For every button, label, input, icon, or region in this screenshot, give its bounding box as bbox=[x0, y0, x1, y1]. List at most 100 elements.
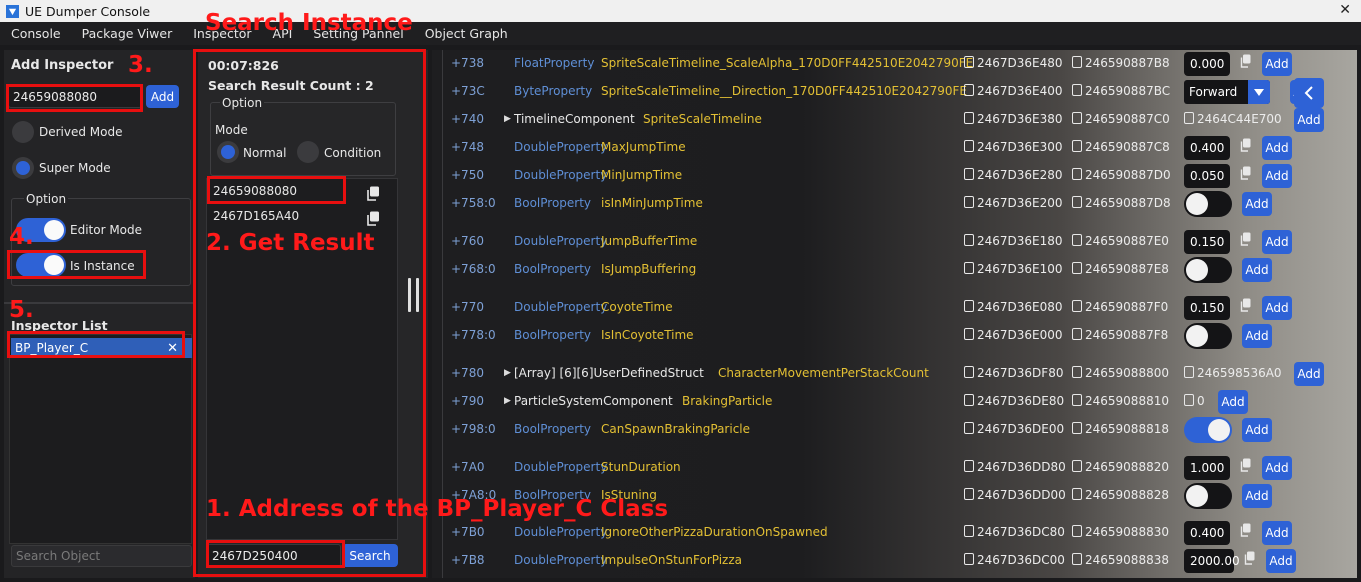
add-button[interactable]: Add bbox=[1266, 549, 1296, 573]
copy-icon[interactable] bbox=[1240, 54, 1251, 68]
expand-arrow-icon[interactable]: ▶ bbox=[504, 368, 511, 378]
copy-icon[interactable] bbox=[964, 394, 974, 406]
value-input[interactable]: 1.000 bbox=[1184, 456, 1230, 480]
copy-icon[interactable] bbox=[1072, 112, 1082, 124]
property-value-address[interactable]: 24659088800 bbox=[1072, 366, 1169, 380]
add-button[interactable]: Add bbox=[1294, 362, 1324, 386]
property-address[interactable]: 2467D36DE80 bbox=[964, 394, 1064, 408]
property-value-address[interactable]: 24659088818 bbox=[1072, 422, 1169, 436]
value-input[interactable]: 0.400 bbox=[1184, 521, 1230, 545]
search-object-input[interactable]: Search Object bbox=[11, 545, 192, 567]
copy-icon[interactable] bbox=[1244, 551, 1255, 565]
copy-icon[interactable] bbox=[964, 262, 974, 274]
property-address[interactable]: 2467D36DC80 bbox=[964, 525, 1065, 539]
copy-icon[interactable] bbox=[964, 422, 974, 434]
property-value-address[interactable]: 246590887D8 bbox=[1072, 196, 1171, 210]
copy-icon[interactable] bbox=[1072, 56, 1082, 68]
property-address[interactable]: 2467D36E100 bbox=[964, 262, 1063, 276]
value-input[interactable]: 0.050 bbox=[1184, 164, 1230, 188]
value-input[interactable]: 2000.00 bbox=[1184, 549, 1240, 573]
copy-icon[interactable] bbox=[1072, 300, 1082, 312]
menu-console[interactable]: Console bbox=[0, 26, 71, 41]
property-value-address[interactable]: 246590887C0 bbox=[1072, 112, 1170, 126]
copy-icon[interactable] bbox=[1072, 262, 1082, 274]
bool-toggle[interactable] bbox=[1184, 417, 1232, 443]
object-pointer[interactable]: 2464C44E700 bbox=[1184, 112, 1282, 126]
value-input[interactable]: 0.150 bbox=[1184, 296, 1230, 320]
property-address[interactable]: 2467D36DF80 bbox=[964, 366, 1063, 380]
copy-icon[interactable] bbox=[1072, 84, 1082, 96]
property-value-address[interactable]: 246590887E0 bbox=[1072, 234, 1169, 248]
copy-icon[interactable] bbox=[964, 366, 974, 378]
copy-icon[interactable] bbox=[964, 460, 974, 472]
property-value-address[interactable]: 246590887D0 bbox=[1072, 168, 1171, 182]
property-address[interactable]: 2467D36E400 bbox=[964, 84, 1063, 98]
copy-icon[interactable] bbox=[1240, 298, 1251, 312]
property-value-address[interactable]: 246590887B8 bbox=[1072, 56, 1170, 70]
copy-icon[interactable] bbox=[1240, 138, 1251, 152]
copy-icon[interactable] bbox=[964, 196, 974, 208]
close-icon[interactable]: ✕ bbox=[1339, 2, 1351, 18]
add-button[interactable]: Add bbox=[1262, 164, 1292, 188]
copy-icon[interactable] bbox=[1072, 366, 1082, 378]
copy-icon[interactable] bbox=[1072, 488, 1082, 500]
super-mode-radio[interactable] bbox=[12, 157, 34, 179]
value-input[interactable]: 0.150 bbox=[1184, 230, 1230, 254]
property-address[interactable]: 2467D36E300 bbox=[964, 140, 1063, 154]
value-input[interactable]: 0.400 bbox=[1184, 136, 1230, 160]
property-value-address[interactable]: 24659088830 bbox=[1072, 525, 1169, 539]
property-value-address[interactable]: 246590887F8 bbox=[1072, 328, 1168, 342]
bool-toggle[interactable] bbox=[1184, 483, 1232, 509]
property-value-address[interactable]: 246590887C8 bbox=[1072, 140, 1170, 154]
copy-icon[interactable] bbox=[1184, 112, 1194, 124]
copy-icon[interactable] bbox=[1072, 140, 1082, 152]
property-value-address[interactable]: 24659088810 bbox=[1072, 394, 1169, 408]
copy-icon[interactable] bbox=[964, 84, 974, 96]
copy-icon[interactable] bbox=[964, 112, 974, 124]
property-value-address[interactable]: 246590887BC bbox=[1072, 84, 1170, 98]
copy-icon[interactable] bbox=[1072, 234, 1082, 246]
copy-icon[interactable] bbox=[964, 488, 974, 500]
copy-icon[interactable] bbox=[1072, 553, 1082, 565]
copy-icon[interactable] bbox=[964, 140, 974, 152]
menu-object-graph[interactable]: Object Graph bbox=[414, 26, 518, 41]
copy-icon[interactable] bbox=[964, 168, 974, 180]
add-button[interactable]: Add bbox=[1242, 192, 1272, 216]
add-button[interactable]: Add bbox=[1242, 324, 1272, 348]
copy-icon[interactable] bbox=[1240, 458, 1251, 472]
copy-icon[interactable] bbox=[1072, 168, 1082, 180]
property-value-address[interactable]: 246590887F0 bbox=[1072, 300, 1168, 314]
copy-icon[interactable] bbox=[1072, 422, 1082, 434]
bool-toggle[interactable] bbox=[1184, 191, 1232, 217]
add-button[interactable]: Add bbox=[1262, 296, 1292, 320]
copy-icon[interactable] bbox=[964, 234, 974, 246]
copy-icon[interactable] bbox=[1072, 525, 1082, 537]
object-pointer[interactable]: 246598536A0 bbox=[1184, 366, 1282, 380]
copy-icon[interactable] bbox=[964, 553, 974, 565]
copy-icon[interactable] bbox=[964, 328, 974, 340]
property-address[interactable]: 2467D36DD00 bbox=[964, 488, 1066, 502]
derived-mode-radio[interactable] bbox=[12, 121, 34, 143]
property-address[interactable]: 2467D36E280 bbox=[964, 168, 1063, 182]
copy-icon[interactable] bbox=[1184, 394, 1194, 406]
property-address[interactable]: 2467D36E480 bbox=[964, 56, 1063, 70]
add-button[interactable]: Add bbox=[1262, 456, 1292, 480]
add-button[interactable]: Add bbox=[1262, 136, 1292, 160]
property-value-address[interactable]: 24659088820 bbox=[1072, 460, 1169, 474]
copy-icon[interactable] bbox=[964, 525, 974, 537]
property-address[interactable]: 2467D36E080 bbox=[964, 300, 1063, 314]
bool-toggle[interactable] bbox=[1184, 323, 1232, 349]
add-button[interactable]: Add bbox=[1242, 258, 1272, 282]
add-button[interactable]: Add bbox=[1262, 52, 1292, 76]
copy-icon[interactable] bbox=[1072, 196, 1082, 208]
expand-arrow-icon[interactable]: ▶ bbox=[504, 396, 511, 406]
copy-icon[interactable] bbox=[964, 300, 974, 312]
object-pointer[interactable]: 0 bbox=[1184, 394, 1205, 408]
copy-icon[interactable] bbox=[1072, 460, 1082, 472]
collapse-button[interactable] bbox=[1294, 78, 1324, 108]
direction-dropdown[interactable]: Forward bbox=[1184, 80, 1270, 104]
property-address[interactable]: 2467D36DC00 bbox=[964, 553, 1065, 567]
copy-icon[interactable] bbox=[1184, 366, 1194, 378]
add-button[interactable]: Add bbox=[1218, 390, 1248, 414]
property-value-address[interactable]: 246590887E8 bbox=[1072, 262, 1169, 276]
